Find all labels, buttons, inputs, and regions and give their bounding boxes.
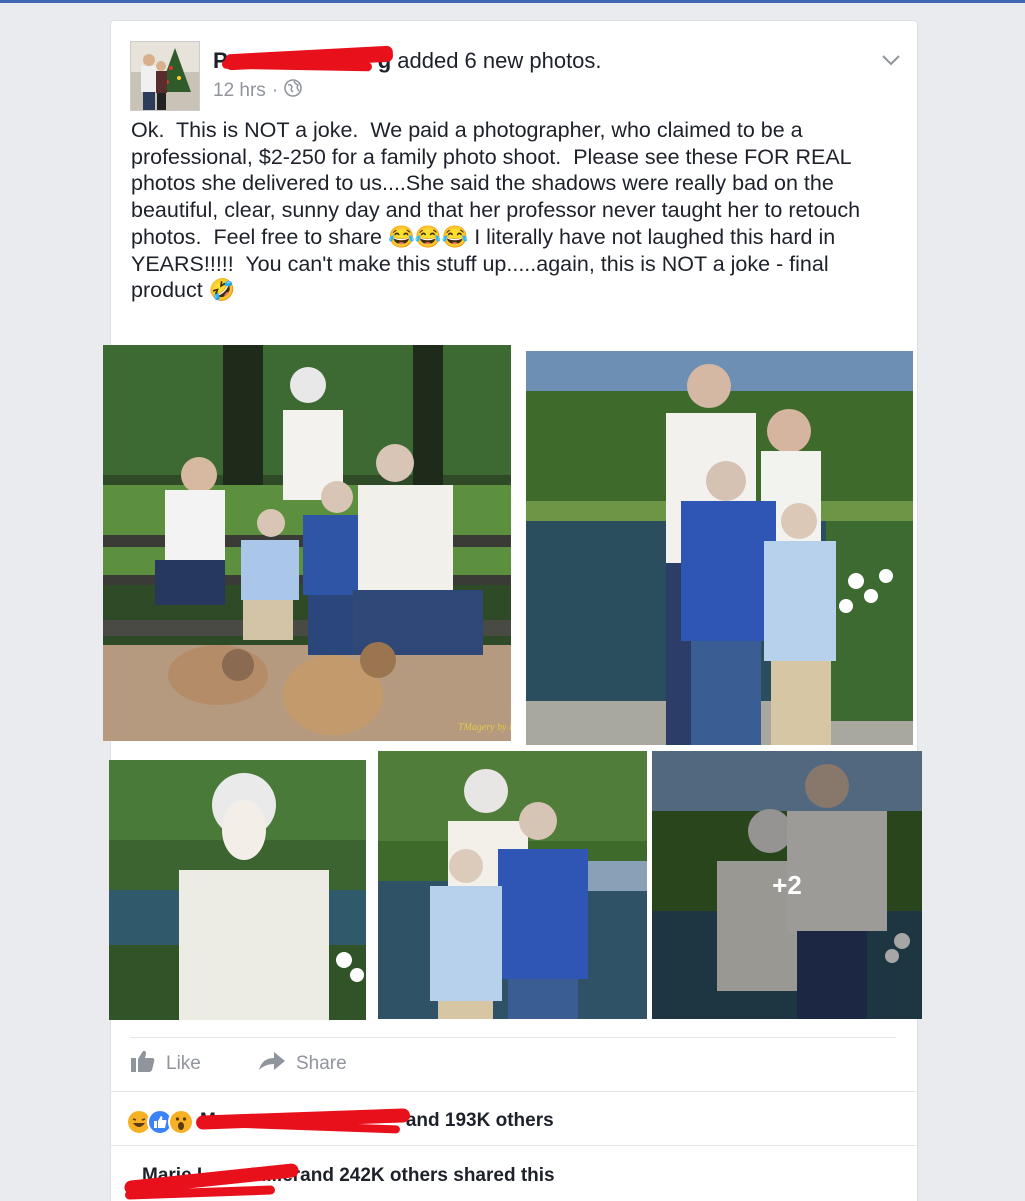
post-action-text: added 6 new photos. (391, 48, 602, 73)
like-label: Like (166, 1053, 201, 1074)
thumbs-up-icon (130, 1049, 156, 1079)
share-arrow-icon (258, 1050, 286, 1078)
post-meta: 12 hrs · (213, 79, 302, 103)
photo-grandmother[interactable] (109, 760, 366, 1020)
share-label: Share (296, 1053, 347, 1074)
globe-icon (284, 79, 302, 103)
author-avatar[interactable] (130, 41, 200, 111)
post-timestamp[interactable]: 12 hrs (213, 80, 266, 102)
chevron-down-icon[interactable] (881, 52, 901, 68)
divider (130, 1037, 896, 1038)
photo-watermark: TMagery by L (458, 722, 511, 733)
share-button[interactable]: Share (258, 1048, 347, 1080)
photo-family-bench[interactable]: TMagery by L (103, 345, 511, 741)
photo-grandmother-boys[interactable] (378, 751, 647, 1019)
meta-dot: · (271, 80, 279, 101)
top-bar-edge (0, 0, 1025, 3)
photo-family-pond[interactable] (526, 351, 913, 745)
photo-more-overlay[interactable] (652, 751, 922, 1019)
divider (110, 1145, 916, 1146)
post-body-text: Ok. This is NOT a joke. We paid a photog… (131, 118, 867, 303)
reaction-icons[interactable] (126, 1109, 194, 1135)
divider (110, 1091, 916, 1092)
reactions-count-text[interactable]: and 193K others (406, 1110, 554, 1131)
wow-icon (168, 1109, 194, 1135)
like-button[interactable]: Like (130, 1048, 201, 1080)
shares-count-text[interactable]: and 242K others shared this (300, 1165, 554, 1186)
